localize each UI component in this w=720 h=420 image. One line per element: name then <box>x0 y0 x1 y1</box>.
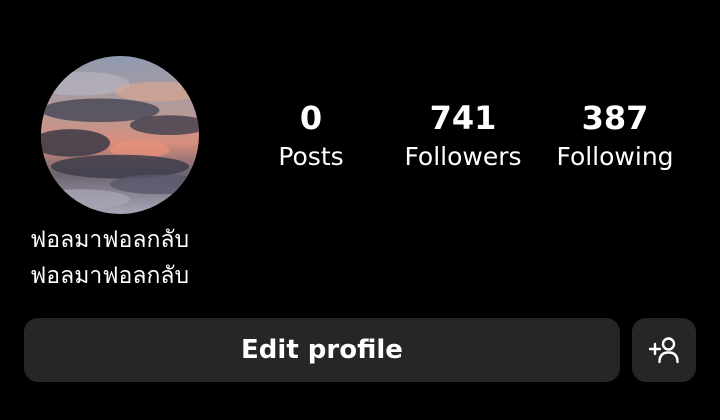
stat-following[interactable]: 387 Following <box>535 98 695 174</box>
avatar-photo <box>41 56 199 214</box>
add-person-icon <box>648 337 679 364</box>
add-user-button[interactable] <box>632 318 696 382</box>
stat-followers[interactable]: 741 Followers <box>383 98 543 174</box>
stat-posts[interactable]: 0 Posts <box>231 98 391 174</box>
followers-label: Followers <box>404 142 522 171</box>
edit-profile-button[interactable]: Edit profile <box>24 318 620 382</box>
avatar[interactable] <box>41 56 199 214</box>
profile-bio: ฟอลมาฟอลกลับ ฟอลมาฟอลกลับ <box>30 222 330 294</box>
following-label: Following <box>556 142 674 171</box>
bio-line: ฟอลมาฟอลกลับ <box>30 263 190 289</box>
followers-count: 741 <box>429 99 497 137</box>
bio-line: ฟอลมาฟอลกลับ <box>30 227 190 253</box>
posts-count: 0 <box>299 99 323 137</box>
following-count: 387 <box>581 99 649 137</box>
posts-label: Posts <box>278 142 344 171</box>
